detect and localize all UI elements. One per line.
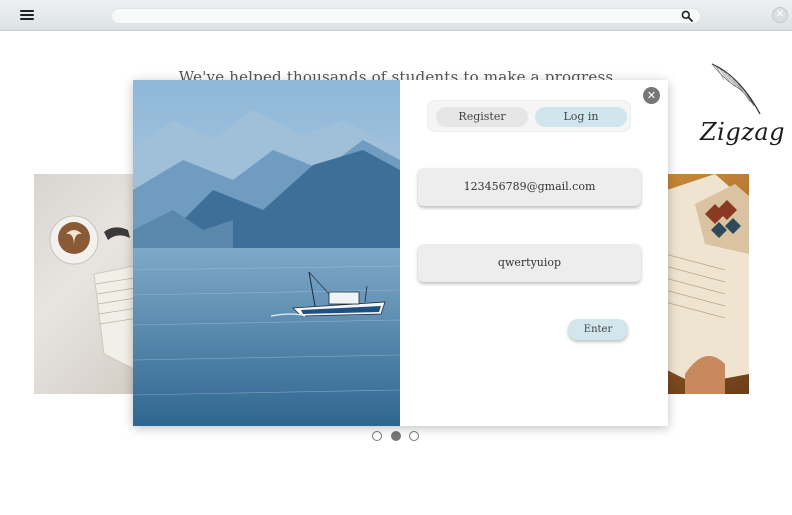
feather-icon [711, 63, 761, 115]
enter-button[interactable]: Enter [568, 319, 628, 340]
search-bar[interactable] [111, 8, 701, 24]
auth-tabs: Register Log in [427, 100, 631, 132]
top-bar: ✕ [0, 0, 792, 31]
logo[interactable]: Zigzag [700, 60, 785, 152]
email-field[interactable]: 123456789@gmail.com [418, 168, 641, 206]
login-form: ✕ Register Log in 123456789@gmail.com qw… [400, 80, 668, 426]
menu-icon[interactable] [18, 8, 36, 24]
carousel-photo-open-book [655, 174, 749, 394]
tab-register[interactable]: Register [436, 107, 528, 127]
tab-log-in[interactable]: Log in [535, 107, 627, 127]
carousel-dot-1[interactable] [372, 431, 382, 441]
search-icon[interactable] [681, 10, 693, 22]
carousel-dot-3[interactable] [409, 431, 419, 441]
carousel-photo-coffee-book [34, 174, 144, 394]
carousel-dot-2[interactable] [391, 431, 401, 441]
modal-close-icon[interactable]: ✕ [643, 87, 660, 104]
close-icon[interactable]: ✕ [772, 7, 788, 23]
logo-text: Zigzag [700, 118, 786, 146]
carousel-dots [372, 431, 422, 441]
login-modal: ✕ Register Log in 123456789@gmail.com qw… [133, 80, 668, 426]
modal-photo-sea-boat [133, 80, 400, 426]
search-input[interactable] [120, 9, 670, 23]
password-field[interactable]: qwertyuiop [418, 244, 641, 282]
